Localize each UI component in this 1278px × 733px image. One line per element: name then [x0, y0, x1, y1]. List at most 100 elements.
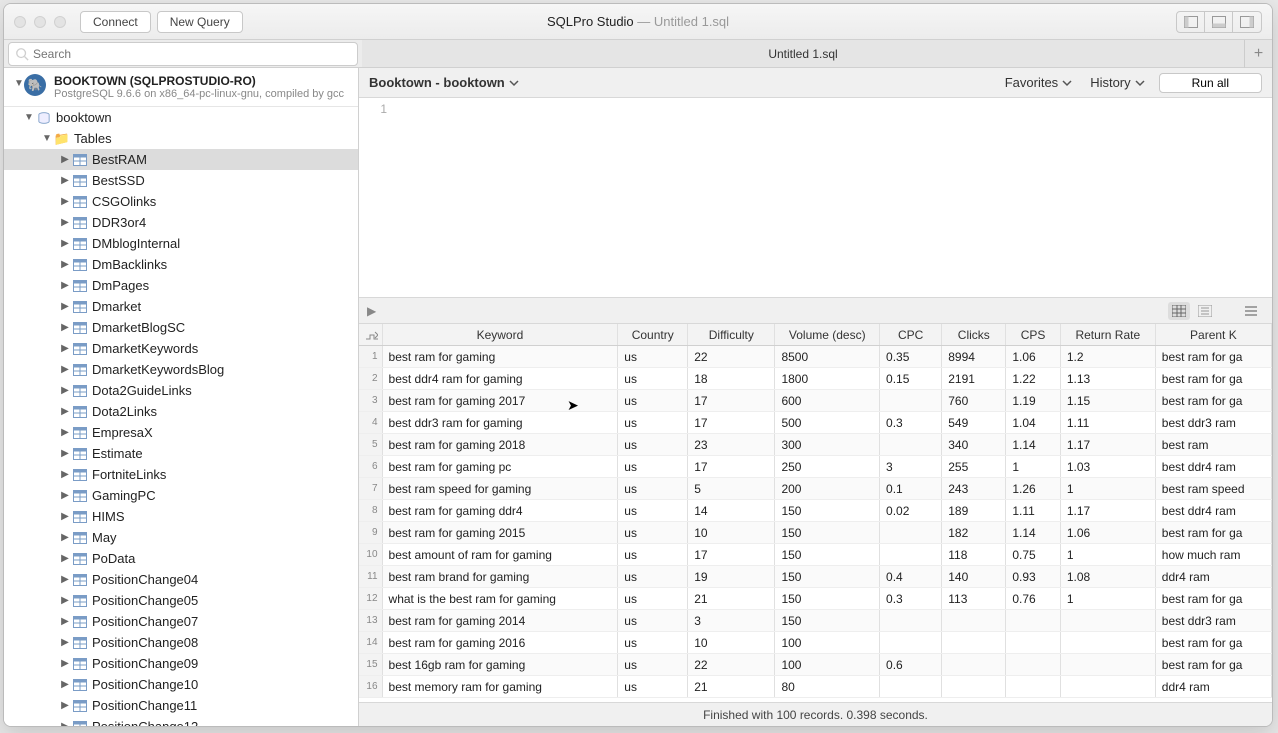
cell[interactable]: 23: [688, 434, 775, 455]
cell[interactable]: best amount of ram for gaming: [383, 544, 619, 565]
cell[interactable]: 140: [942, 566, 1006, 587]
cell[interactable]: 1.22: [1006, 368, 1060, 389]
tree-tables-group[interactable]: ▼📁Tables: [4, 128, 358, 149]
cell[interactable]: us: [618, 500, 688, 521]
cell[interactable]: [880, 632, 942, 653]
column-header[interactable]: Parent K: [1156, 324, 1272, 345]
cell[interactable]: best ram for gaming ddr4: [383, 500, 619, 521]
column-header[interactable]: Difficulty: [688, 324, 775, 345]
add-tab-button[interactable]: +: [1244, 40, 1272, 68]
cell[interactable]: 150: [775, 610, 880, 631]
cell[interactable]: [1006, 610, 1060, 631]
cell[interactable]: 0.76: [1006, 588, 1060, 609]
cell[interactable]: 0.1: [880, 478, 942, 499]
column-header[interactable]: Volume (desc): [775, 324, 880, 345]
tree-table-item[interactable]: ▶EmpresaX: [4, 422, 358, 443]
cell[interactable]: best ram for ga: [1156, 390, 1272, 411]
cell[interactable]: 0.75: [1006, 544, 1060, 565]
cell[interactable]: [1006, 632, 1060, 653]
cell[interactable]: best ddr4 ram: [1156, 500, 1272, 521]
cell[interactable]: [942, 654, 1006, 675]
cell[interactable]: best ram for gaming 2018: [383, 434, 619, 455]
table-row[interactable]: 3best ram for gaming 2017us176007601.191…: [359, 390, 1272, 412]
cell[interactable]: 17: [688, 456, 775, 477]
tree-table-item[interactable]: ▶PositionChange09: [4, 653, 358, 674]
cell[interactable]: best ddr3 ram: [1156, 412, 1272, 433]
tree-table-item[interactable]: ▶May: [4, 527, 358, 548]
cell[interactable]: best ram for gaming 2014: [383, 610, 619, 631]
tree-table-item[interactable]: ▶PositionChange11: [4, 695, 358, 716]
table-row[interactable]: 14best ram for gaming 2016us10100best ra…: [359, 632, 1272, 654]
cell[interactable]: 17: [688, 390, 775, 411]
cell[interactable]: 1: [1006, 456, 1060, 477]
cell[interactable]: 100: [775, 654, 880, 675]
cell[interactable]: [942, 610, 1006, 631]
cell[interactable]: 1.26: [1006, 478, 1060, 499]
tree-table-item[interactable]: ▶Estimate: [4, 443, 358, 464]
table-row[interactable]: 5best ram for gaming 2018us233003401.141…: [359, 434, 1272, 456]
cell[interactable]: 1.06: [1061, 522, 1156, 543]
layout-left-icon[interactable]: [1177, 12, 1205, 32]
cell[interactable]: 1.17: [1061, 500, 1156, 521]
table-row[interactable]: 10best amount of ram for gamingus1715011…: [359, 544, 1272, 566]
cell[interactable]: 1.03: [1061, 456, 1156, 477]
cell[interactable]: us: [618, 522, 688, 543]
cell[interactable]: 1.13: [1061, 368, 1156, 389]
cell[interactable]: 0.6: [880, 654, 942, 675]
cell[interactable]: best ram for ga: [1156, 654, 1272, 675]
cell[interactable]: 22: [688, 654, 775, 675]
tree-table-item[interactable]: ▶DDR3or4: [4, 212, 358, 233]
cell[interactable]: 1.04: [1006, 412, 1060, 433]
cell[interactable]: us: [618, 654, 688, 675]
tree-table-item[interactable]: ▶DmarketKeywordsBlog: [4, 359, 358, 380]
cell[interactable]: 3: [880, 456, 942, 477]
cell[interactable]: best ram speed for gaming: [383, 478, 619, 499]
cell[interactable]: [1006, 676, 1060, 697]
run-all-button[interactable]: Run all: [1159, 73, 1262, 93]
favorites-menu[interactable]: Favorites: [1005, 75, 1072, 90]
cell[interactable]: [880, 544, 942, 565]
table-row[interactable]: 1best ram for gamingus2285000.3589941.06…: [359, 346, 1272, 368]
cell[interactable]: best ddr3 ram for gaming: [383, 412, 619, 433]
code-area[interactable]: [395, 98, 1272, 297]
cell[interactable]: 1.14: [1006, 434, 1060, 455]
cell[interactable]: 340: [942, 434, 1006, 455]
grid-view-icon[interactable]: [1168, 302, 1190, 320]
cell[interactable]: 760: [942, 390, 1006, 411]
cell[interactable]: 1.19: [1006, 390, 1060, 411]
cell[interactable]: us: [618, 588, 688, 609]
cell[interactable]: us: [618, 368, 688, 389]
table-row[interactable]: 13best ram for gaming 2014us3150best ddr…: [359, 610, 1272, 632]
layout-right-icon[interactable]: [1233, 12, 1261, 32]
cell[interactable]: 150: [775, 500, 880, 521]
tree-table-item[interactable]: ▶PositionChange12: [4, 716, 358, 726]
table-row[interactable]: 9best ram for gaming 2015us101501821.141…: [359, 522, 1272, 544]
cell[interactable]: best ram for gaming 2017: [383, 390, 619, 411]
cell[interactable]: 10: [688, 522, 775, 543]
tree-table-item[interactable]: ▶PositionChange10: [4, 674, 358, 695]
tree-table-item[interactable]: ▶FortniteLinks: [4, 464, 358, 485]
cell[interactable]: 500: [775, 412, 880, 433]
cell[interactable]: [880, 390, 942, 411]
cell[interactable]: best ram speed: [1156, 478, 1272, 499]
cell[interactable]: 1.17: [1061, 434, 1156, 455]
cell[interactable]: 80: [775, 676, 880, 697]
cell[interactable]: ddr4 ram: [1156, 566, 1272, 587]
cell[interactable]: 182: [942, 522, 1006, 543]
history-menu[interactable]: History: [1090, 75, 1144, 90]
cell[interactable]: best ddr4 ram for gaming: [383, 368, 619, 389]
cell[interactable]: 1.14: [1006, 522, 1060, 543]
cell[interactable]: 150: [775, 522, 880, 543]
cell[interactable]: best ram for ga: [1156, 368, 1272, 389]
run-icon[interactable]: ▶: [367, 304, 376, 318]
file-tab[interactable]: Untitled 1.sql: [362, 40, 1244, 68]
cell[interactable]: 22: [688, 346, 775, 367]
layout-bottom-icon[interactable]: [1205, 12, 1233, 32]
cell[interactable]: 8994: [942, 346, 1006, 367]
cell[interactable]: [880, 434, 942, 455]
cell[interactable]: best ddr3 ram: [1156, 610, 1272, 631]
cell[interactable]: us: [618, 346, 688, 367]
tree-table-item[interactable]: ▶PositionChange05: [4, 590, 358, 611]
cell[interactable]: 21: [688, 588, 775, 609]
tree-table-item[interactable]: ▶Dota2Links: [4, 401, 358, 422]
